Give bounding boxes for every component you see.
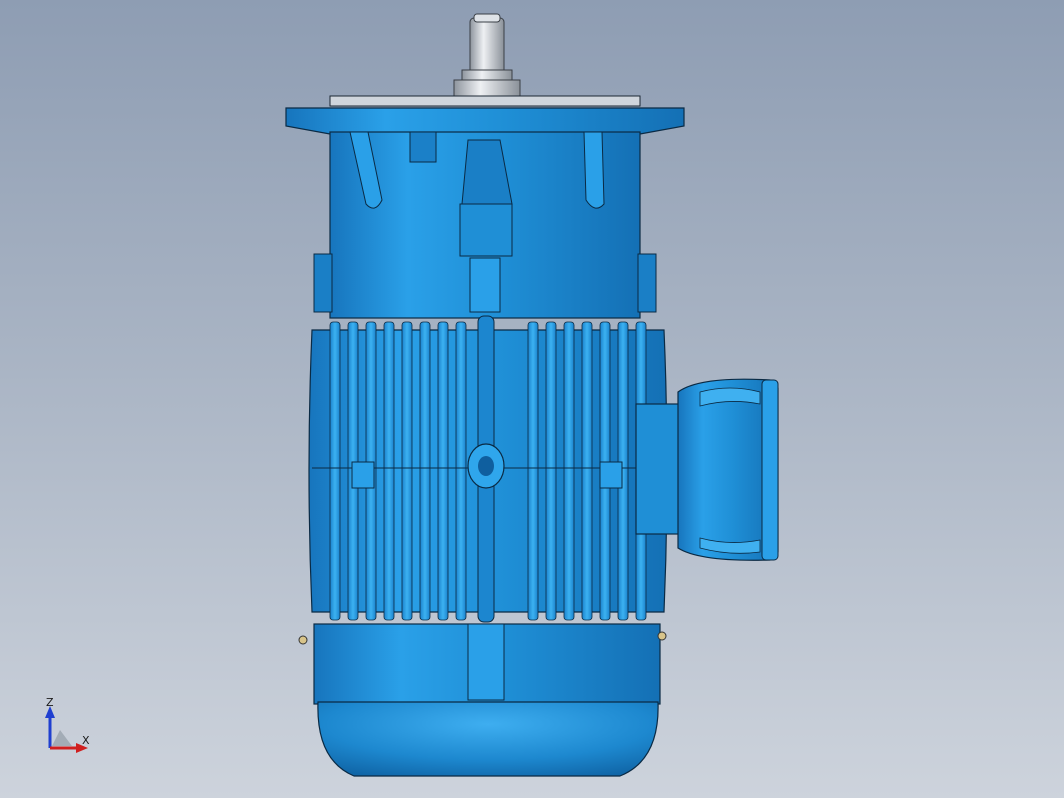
cooling-fin (581, 321, 593, 621)
cooling-fin (419, 321, 431, 621)
fan-cover[interactable] (298, 623, 667, 777)
cooling-fin (563, 321, 575, 621)
cooling-fin (527, 321, 539, 621)
terminal-box[interactable] (635, 378, 779, 561)
front-end-shield[interactable] (313, 131, 657, 319)
cooling-fin (401, 321, 413, 621)
output-shaft[interactable] (453, 13, 521, 99)
axis-triad: Z X (30, 696, 100, 758)
cooling-fin (383, 321, 395, 621)
stator-frame[interactable] (308, 315, 668, 623)
cooling-fin (545, 321, 557, 621)
cooling-fin (329, 321, 341, 621)
graphics-viewport[interactable]: Z X (0, 0, 1064, 798)
motor-3d-model[interactable] (0, 0, 1064, 798)
x-axis-label: X (82, 734, 90, 747)
cooling-fin (437, 321, 449, 621)
z-axis-label: Z (46, 696, 54, 709)
triad-graphic (45, 706, 88, 753)
mounting-flange[interactable] (285, 95, 685, 135)
cooling-fin (455, 321, 467, 621)
